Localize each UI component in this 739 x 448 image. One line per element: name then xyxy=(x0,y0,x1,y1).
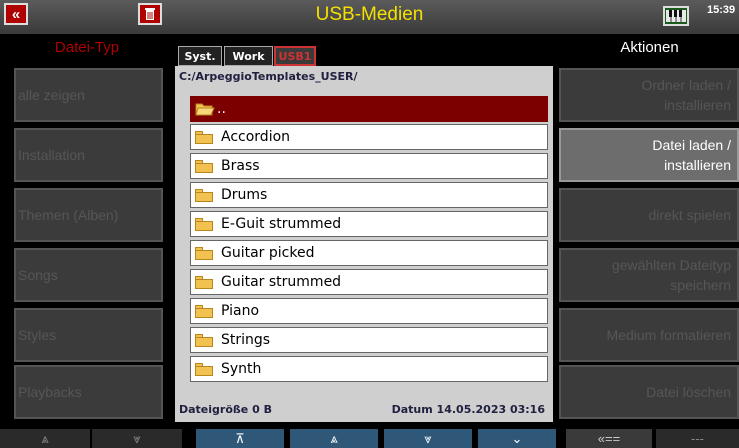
current-path: C:/ArpeggioTemplates_USER/ xyxy=(179,70,358,83)
folder-name: Piano xyxy=(221,303,260,319)
folder-row[interactable]: Accordion xyxy=(190,124,548,150)
folder-name: Drums xyxy=(221,187,268,203)
load-file-button[interactable]: Datei laden / installieren xyxy=(559,128,739,182)
folder-name: Brass xyxy=(221,158,260,174)
status-bar: Dateigröße 0 B Datum 14.05.2023 03:16 xyxy=(175,398,553,420)
folder-icon xyxy=(195,246,213,260)
clock: 15:39 xyxy=(707,4,736,16)
folder-row[interactable]: Drums xyxy=(190,182,548,208)
folder-row[interactable]: E-Guit strummed xyxy=(190,211,548,237)
file-type-header: Datei-Typ xyxy=(54,39,120,56)
folder-row[interactable]: Piano xyxy=(190,298,548,324)
save-file-type-line2: speichern xyxy=(670,277,731,293)
folder-name: Guitar strummed xyxy=(221,274,342,290)
delete-file-button[interactable]: Datei löschen xyxy=(559,365,739,419)
file-browser: C:/ArpeggioTemplates_USER/ .. Accordion … xyxy=(175,66,553,422)
nav-down-button[interactable]: ⩔ xyxy=(92,429,182,448)
folder-icon xyxy=(195,333,213,347)
filter-songs-button[interactable]: Songs xyxy=(14,248,163,302)
folder-row[interactable]: Synth xyxy=(190,356,548,382)
load-folder-line1: Ordner laden / xyxy=(641,77,732,93)
folder-row[interactable]: Strings xyxy=(190,327,548,353)
folder-name: Accordion xyxy=(221,129,291,145)
load-file-line1: Datei laden / xyxy=(652,137,731,153)
folder-icon xyxy=(195,362,213,376)
keyboard-icon xyxy=(666,10,686,22)
top-bar: « USB-Medien 15:39 xyxy=(0,0,739,34)
save-file-type-line1: gewählten Dateityp xyxy=(611,257,731,273)
back-nav-button[interactable]: «== xyxy=(566,429,652,448)
actions-header: Aktionen xyxy=(620,39,679,56)
format-medium-button[interactable]: Medium formatieren xyxy=(559,308,739,362)
folder-icon xyxy=(195,217,213,231)
page-down-button[interactable]: ⩔ xyxy=(384,429,472,448)
format-medium-label: Medium formatieren xyxy=(606,327,732,343)
scroll-top-button[interactable]: ⊼ xyxy=(196,429,284,448)
tab-work[interactable]: Work xyxy=(224,46,273,66)
play-direct-button[interactable]: direkt spielen xyxy=(559,188,739,242)
file-size: Dateigröße 0 B xyxy=(179,403,272,416)
folder-row[interactable]: Guitar strummed xyxy=(190,269,548,295)
open-folder-icon xyxy=(195,103,215,116)
filter-installation-button[interactable]: Installation xyxy=(14,128,163,182)
file-date: Datum 14.05.2023 03:16 xyxy=(391,403,545,416)
filter-playbacks-button[interactable]: Playbacks xyxy=(14,365,163,419)
load-folder-line2: installieren xyxy=(664,97,731,113)
parent-folder-label: .. xyxy=(217,101,226,117)
parent-folder-row[interactable]: .. xyxy=(190,96,548,122)
filter-styles-button[interactable]: Styles xyxy=(14,308,163,362)
save-file-type-button[interactable]: gewählten Dateityp speichern xyxy=(559,248,739,302)
folder-icon xyxy=(195,159,213,173)
folder-icon xyxy=(195,275,213,289)
folder-icon xyxy=(195,304,213,318)
empty-button: --- xyxy=(656,429,739,448)
keyboard-button[interactable] xyxy=(663,6,689,26)
folder-icon xyxy=(195,130,213,144)
page-title: USB-Medien xyxy=(315,4,424,25)
folder-name: Guitar picked xyxy=(221,245,315,261)
scroll-down-button[interactable]: ⌄ xyxy=(478,429,556,448)
tab-usb1[interactable]: USB1 xyxy=(274,46,316,66)
folder-name: Synth xyxy=(221,361,262,377)
page-up-button[interactable]: ⩓ xyxy=(290,429,378,448)
filter-all-button[interactable]: alle zeigen xyxy=(14,68,163,122)
nav-up-button[interactable]: ⩓ xyxy=(0,429,90,448)
folder-row[interactable]: Brass xyxy=(190,153,548,179)
load-file-line2: installieren xyxy=(664,157,731,173)
folder-name: Strings xyxy=(221,332,271,348)
bottom-bar: ⩓ ⩔ ⊼ ⩓ ⩔ ⌄ «== --- xyxy=(0,429,739,448)
delete-file-label: Datei löschen xyxy=(646,384,731,400)
folder-icon xyxy=(195,188,213,202)
play-direct-label: direkt spielen xyxy=(648,207,732,223)
folder-name: E-Guit strummed xyxy=(221,216,342,232)
folder-row[interactable]: Guitar picked xyxy=(190,240,548,266)
filter-themes-button[interactable]: Themen (Alben) xyxy=(14,188,163,242)
tab-system[interactable]: Syst. xyxy=(178,46,222,66)
load-folder-button[interactable]: Ordner laden / installieren xyxy=(559,68,739,122)
